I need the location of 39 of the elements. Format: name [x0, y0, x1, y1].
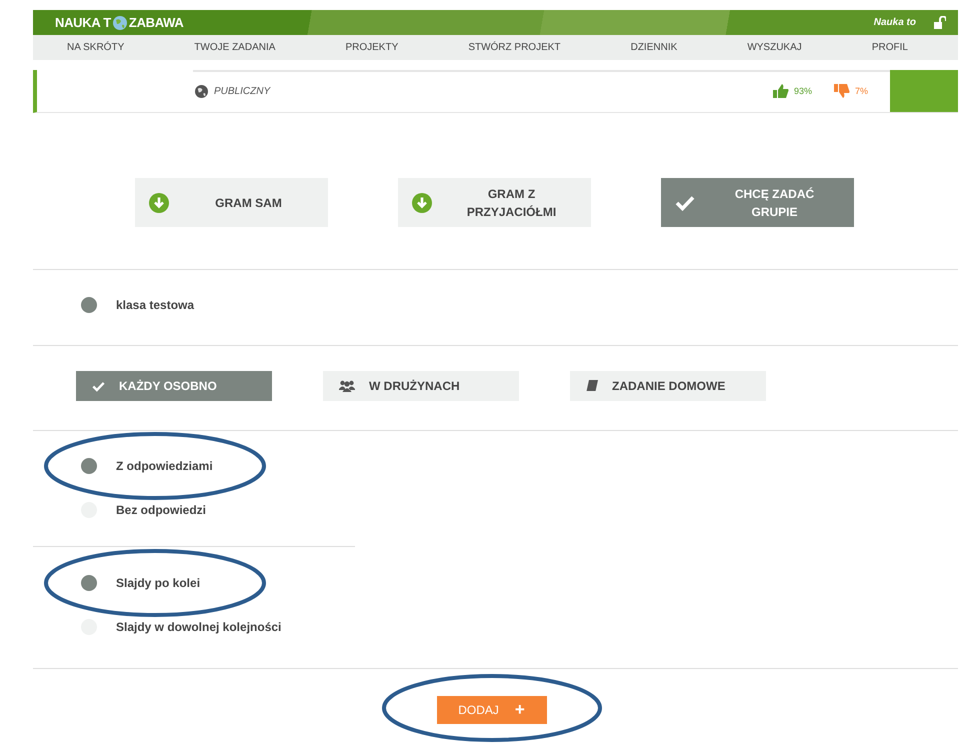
option-label[interactable]: klasa testowa	[116, 298, 194, 312]
user-name[interactable]: Nauka to	[874, 17, 916, 28]
group-mode-button[interactable]: W DRUŻYNACH	[323, 371, 519, 401]
visibility-label: PUBLICZNY	[214, 86, 270, 96]
nav-link[interactable]: DZIENNIK	[630, 42, 678, 53]
check-icon	[675, 194, 695, 210]
nav-link[interactable]: PROFIL	[872, 42, 908, 53]
nav-link[interactable]: NA SKRÓTY	[67, 42, 124, 53]
option-label[interactable]: Bez odpowiedzi	[116, 503, 206, 517]
download-icon	[412, 192, 432, 212]
nav-link[interactable]: WYSZUKAJ	[747, 42, 802, 53]
radio-button[interactable]	[81, 297, 97, 313]
nav-link[interactable]: PROJEKTY	[345, 42, 398, 53]
people-icon	[339, 380, 355, 392]
download-icon	[149, 192, 169, 212]
check-icon	[92, 380, 105, 392]
side-panel	[890, 70, 958, 112]
radio-button[interactable]	[81, 458, 97, 474]
nav-link[interactable]: STWÓRZ PROJEKT	[468, 42, 561, 53]
like-percent: 93%	[794, 86, 812, 96]
logo-text[interactable]: ZABAWA	[128, 15, 184, 30]
group-mode-button[interactable]: KAŻDY OSOBNO	[76, 371, 272, 401]
globe-icon	[112, 16, 127, 30]
mode-button[interactable]: GRAM SAM	[135, 178, 328, 227]
option-label[interactable]: Slajdy po kolei	[116, 576, 200, 590]
logo-text[interactable]: NAUKA T	[55, 15, 111, 30]
globe-icon	[195, 84, 208, 98]
unlock-icon[interactable]	[934, 16, 946, 29]
nav-link[interactable]: TWOJE ZADANIA	[194, 42, 276, 53]
thumbs-down-icon[interactable]	[834, 84, 850, 98]
option-label[interactable]: Slajdy w dowolnej kolejności	[116, 620, 282, 634]
group-mode-button[interactable]: ZADANIE DOMOWE	[570, 371, 766, 401]
thumbs-up-icon[interactable]	[772, 84, 789, 98]
radio-button[interactable]	[81, 575, 97, 591]
dislike-percent: 7%	[854, 86, 868, 96]
book-icon	[586, 380, 598, 392]
option-label[interactable]: Z odpowiedziami	[116, 459, 213, 473]
mode-button[interactable]: GRAM Z PRZYJACIÓŁMI	[398, 178, 591, 227]
mode-button[interactable]: CHCĘ ZADAĆ GRUPIE	[661, 178, 854, 227]
